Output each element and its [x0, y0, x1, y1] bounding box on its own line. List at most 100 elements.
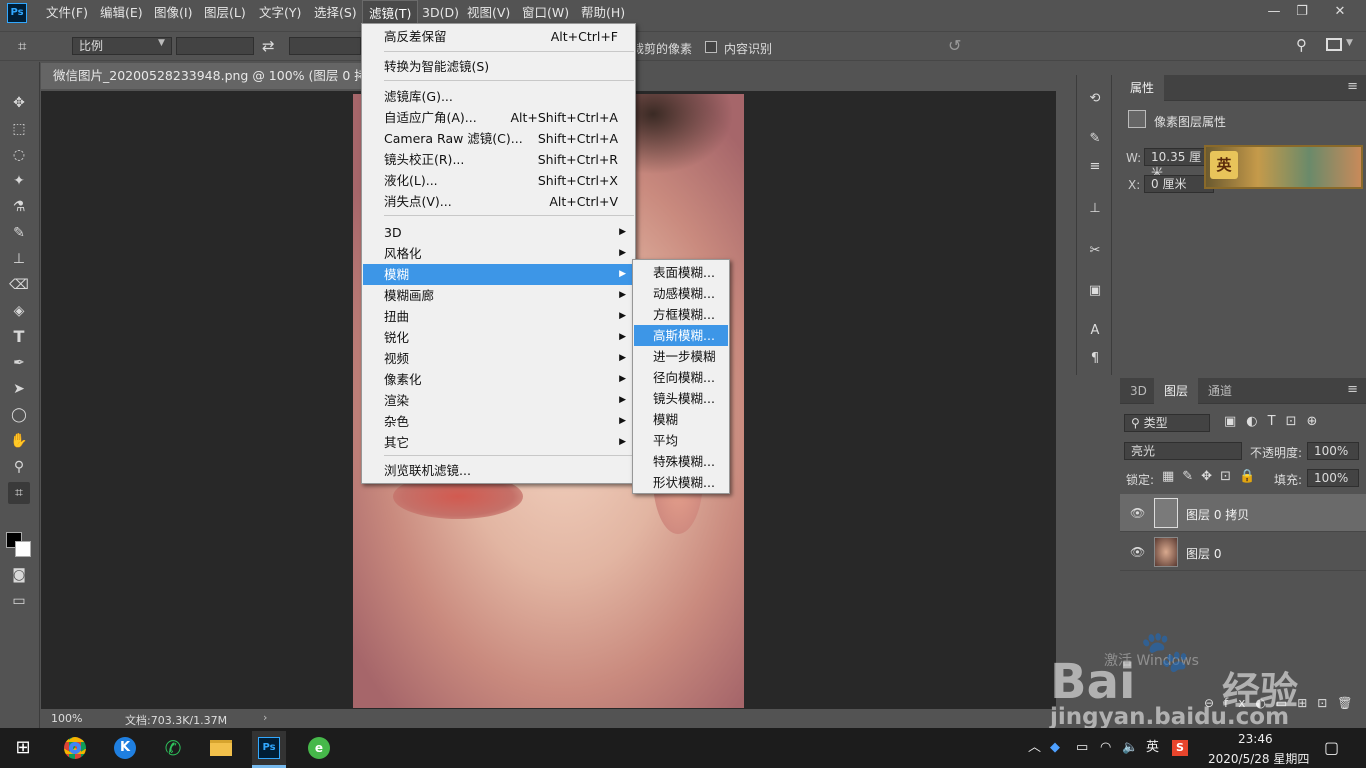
menu-item-camera-raw[interactable]: Camera Raw 滤镜(C)... Shift+Ctrl+A [363, 128, 634, 149]
layer-row[interactable]: 👁 图层 0 [1120, 533, 1366, 571]
marquee-tool-icon[interactable]: ⬚ [8, 118, 30, 140]
quick-mask-icon[interactable]: ◙ [8, 564, 30, 586]
menu-item-video[interactable]: 视频 ▶ [363, 348, 634, 369]
submenu-item-gaussian-blur[interactable]: 高斯模糊... [634, 325, 728, 346]
clone-source-icon[interactable]: ⊥ [1085, 199, 1105, 219]
blend-mode-select[interactable]: 亮光 [1124, 442, 1242, 460]
clock-date[interactable]: 2020/5/28 星期四 [1208, 750, 1309, 767]
menu-item-other[interactable]: 其它 ▶ [363, 432, 634, 453]
tab-properties[interactable]: 属性 [1120, 75, 1165, 101]
menu-item-liquify[interactable]: 液化(L)... Shift+Ctrl+X [363, 170, 634, 191]
volume-icon[interactable]: 🔈 [1122, 728, 1138, 768]
menu-item-render[interactable]: 渲染 ▶ [363, 390, 634, 411]
eye-icon[interactable]: 👁 [1130, 545, 1145, 559]
brush-tool-icon[interactable]: ✎ [8, 222, 30, 244]
layer-name[interactable]: 图层 0 拷贝 [1186, 506, 1249, 523]
kugou-icon[interactable]: K [108, 731, 142, 765]
wifi-icon[interactable]: ◠ [1100, 728, 1111, 768]
menu-item-filter-gallery[interactable]: 滤镜库(G)... [363, 86, 634, 107]
submenu-item-lens-blur[interactable]: 镜头模糊... [634, 388, 728, 409]
lasso-tool-icon[interactable]: ◌ [8, 144, 30, 166]
photoshop-taskbar-icon[interactable]: Ps [252, 731, 286, 765]
menu-item-high-pass[interactable]: 高反差保留 Alt+Ctrl+F [363, 26, 634, 47]
restore-button[interactable]: ❐ [1290, 2, 1314, 22]
wechat-icon[interactable]: ✆ [156, 731, 190, 765]
height-ratio-input[interactable] [289, 37, 361, 55]
workspace-icon[interactable] [1326, 38, 1342, 51]
character-icon[interactable]: A [1085, 321, 1105, 341]
hand-tool-icon[interactable]: ✋ [8, 430, 30, 452]
screen-mode-icon[interactable]: ▭ [8, 590, 30, 612]
zoom-tool-icon[interactable]: ⚲ [8, 456, 30, 478]
submenu-item-box-blur[interactable]: 方框模糊... [634, 304, 728, 325]
menu-layer[interactable]: 图层(L) [198, 0, 252, 25]
tab-layers[interactable]: 图层 [1154, 378, 1199, 404]
submenu-item-smart-blur[interactable]: 特殊模糊... [634, 451, 728, 472]
sogou-ime-icon[interactable]: S [1172, 728, 1188, 768]
paragraph-icon[interactable]: ¶ [1085, 349, 1105, 369]
menu-item-pixelate[interactable]: 像素化 ▶ [363, 369, 634, 390]
menu-type[interactable]: 文字(Y) [253, 0, 307, 25]
zoom-level[interactable]: 100% [51, 712, 82, 725]
tray-overflow-icon[interactable]: ︿ [1028, 728, 1041, 768]
menu-item-noise[interactable]: 杂色 ▶ [363, 411, 634, 432]
opacity-input[interactable]: 100% [1307, 442, 1359, 460]
layer-filter-icons[interactable]: ▣◐T⊡⊕ [1224, 414, 1327, 429]
stamp-tool-icon[interactable]: ⊥ [8, 248, 30, 270]
magic-wand-tool-icon[interactable]: ✦ [8, 170, 30, 192]
chevron-down-icon[interactable]: ▼ [1346, 38, 1353, 48]
move-tool-icon[interactable]: ✥ [8, 92, 30, 114]
minimize-button[interactable]: — [1262, 2, 1286, 22]
crop-tool-icon[interactable]: ⌗ [8, 482, 30, 504]
layer-name[interactable]: 图层 0 [1186, 545, 1221, 562]
ellipse-tool-icon[interactable]: ◯ [8, 404, 30, 426]
fill-input[interactable]: 100% [1307, 469, 1359, 487]
ratio-select[interactable]: 比例 [72, 37, 172, 55]
tab-3d[interactable]: 3D [1120, 378, 1157, 404]
crop-tool-preset-icon[interactable]: ⌗ [18, 36, 42, 56]
history-icon[interactable]: ⟲ [1085, 89, 1105, 109]
menu-select[interactable]: 选择(S) [308, 0, 363, 25]
layer-row[interactable]: 👁 图层 0 拷贝 [1120, 494, 1366, 532]
menu-item-distort[interactable]: 扭曲 ▶ [363, 306, 634, 327]
ime-indicator[interactable]: 英 [1146, 728, 1159, 768]
path-selection-tool-icon[interactable]: ➤ [8, 378, 30, 400]
adjustments-icon[interactable]: ≡ [1085, 157, 1105, 177]
panel-menu-icon[interactable]: ≡ [1347, 79, 1358, 94]
menu-item-vanishing-point[interactable]: 消失点(V)... Alt+Ctrl+V [363, 191, 634, 212]
content-aware-checkbox[interactable] [705, 41, 717, 53]
pen-tool-icon[interactable]: ✒ [8, 352, 30, 374]
menu-view[interactable]: 视图(V) [461, 0, 516, 25]
tray-app-icon[interactable]: ◆ [1050, 728, 1060, 768]
menu-3d[interactable]: 3D(D) [416, 0, 465, 25]
document-tab[interactable]: 微信图片_20200528233948.png @ 100% (图层 0 拷贝,… [41, 63, 361, 89]
lock-icons[interactable]: ▦✎✥⊡🔒 [1162, 469, 1263, 484]
close-button[interactable]: ✕ [1328, 2, 1352, 22]
menu-item-convert-smart-filter[interactable]: 转换为智能滤镜(S) [363, 56, 634, 77]
menu-item-stylize[interactable]: 风格化 ▶ [363, 243, 634, 264]
submenu-item-blur-more[interactable]: 进一步模糊 [634, 346, 728, 367]
brush-settings-icon[interactable]: ✎ [1085, 129, 1105, 149]
menu-edit[interactable]: 编辑(E) [94, 0, 149, 25]
tab-channels[interactable]: 通道 [1198, 378, 1242, 404]
menu-item-blur[interactable]: 模糊 ▶ [363, 264, 634, 285]
search-icon[interactable]: ⚲ [1296, 36, 1307, 54]
ie-browser-icon[interactable]: e [302, 731, 336, 765]
menu-window[interactable]: 窗口(W) [516, 0, 575, 25]
menu-filter[interactable]: 滤镜(T) [362, 0, 419, 25]
menu-help[interactable]: 帮助(H) [575, 0, 631, 25]
menu-item-browse-online-filters[interactable]: 浏览联机滤镜... [363, 460, 634, 481]
clock-time[interactable]: 23:46 [1238, 732, 1273, 746]
menu-item-adaptive-wide-angle[interactable]: 自适应广角(A)... Alt+Shift+Ctrl+A [363, 107, 634, 128]
menu-item-3d[interactable]: 3D ▶ [363, 222, 634, 243]
submenu-item-surface-blur[interactable]: 表面模糊... [634, 262, 728, 283]
tool-presets-icon[interactable]: ✂ [1085, 241, 1105, 261]
battery-icon[interactable]: ▭ [1076, 728, 1088, 768]
menu-image[interactable]: 图像(I) [148, 0, 198, 25]
eraser-tool-icon[interactable]: ⌫ [8, 274, 30, 296]
paint-bucket-tool-icon[interactable]: ◈ [8, 300, 30, 322]
floating-ad-image[interactable]: 英 [1204, 145, 1363, 189]
reset-icon[interactable]: ↺ [948, 36, 961, 55]
submenu-item-motion-blur[interactable]: 动感模糊... [634, 283, 728, 304]
submenu-item-shape-blur[interactable]: 形状模糊... [634, 472, 728, 493]
